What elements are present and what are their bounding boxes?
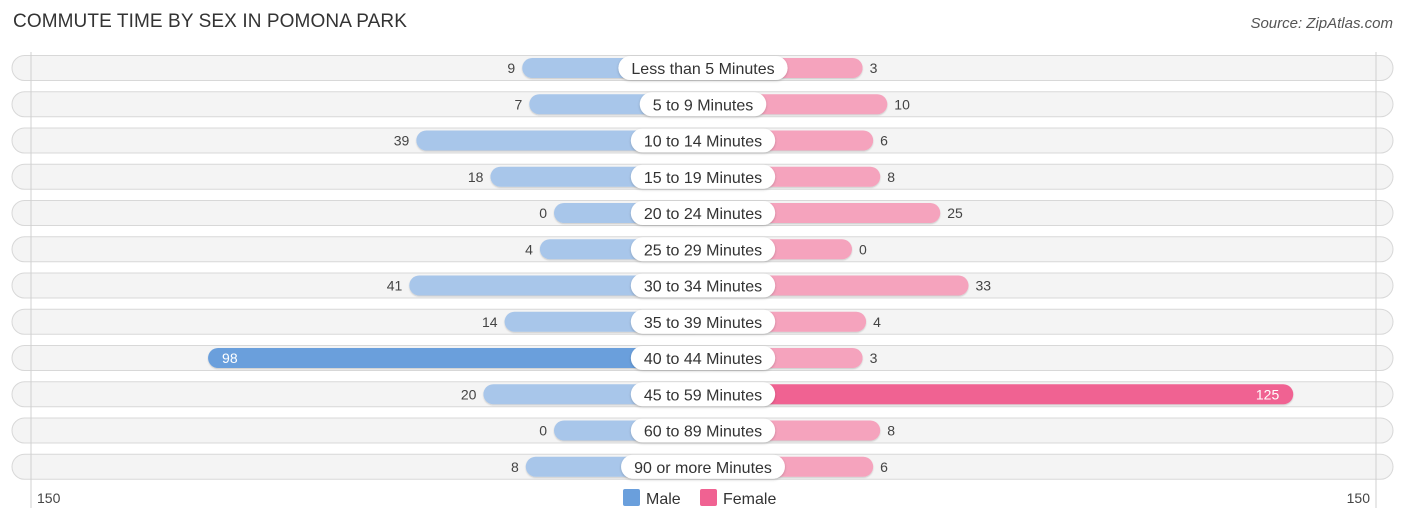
male-value-label: 18 bbox=[468, 169, 484, 185]
category-label: Less than 5 Minutes bbox=[631, 61, 774, 78]
male-bar bbox=[208, 348, 703, 368]
legend-female-label: Female bbox=[723, 491, 776, 508]
male-value-label: 9 bbox=[507, 60, 515, 76]
female-bar bbox=[703, 384, 1294, 405]
female-value-label: 33 bbox=[975, 278, 991, 294]
category-label: 15 to 19 Minutes bbox=[644, 170, 762, 187]
category-label: 5 to 9 Minutes bbox=[653, 97, 754, 114]
male-value-label: 41 bbox=[387, 278, 403, 294]
male-value-label: 14 bbox=[482, 314, 498, 330]
category-label: 35 to 39 Minutes bbox=[644, 315, 762, 332]
right-axis-tick: 150 bbox=[1347, 490, 1371, 506]
female-value-label: 0 bbox=[859, 241, 867, 257]
legend-female-swatch bbox=[700, 489, 717, 506]
male-value-label: 20 bbox=[461, 386, 477, 402]
legend-male-label: Male bbox=[646, 491, 681, 508]
male-value-label: 98 bbox=[222, 350, 238, 366]
male-value-label: 0 bbox=[539, 205, 547, 221]
rows-group bbox=[11, 55, 1394, 480]
female-value-label: 3 bbox=[870, 60, 878, 76]
chart-canvas: 9 3Less than 5 Minutes7 105 to 9 Minutes39… bbox=[11, 52, 1394, 508]
category-label: 40 to 44 Minutes bbox=[644, 351, 762, 368]
female-value-label: 8 bbox=[887, 169, 895, 185]
male-value-label: 7 bbox=[514, 96, 522, 112]
male-value-label: 8 bbox=[511, 459, 519, 475]
category-label: 25 to 29 Minutes bbox=[644, 242, 762, 259]
legend-male-swatch bbox=[623, 489, 640, 506]
female-value-label: 6 bbox=[880, 459, 888, 475]
female-value-label: 8 bbox=[887, 423, 895, 439]
male-value-label: 0 bbox=[539, 423, 547, 439]
bars-group: 9 3Less than 5 Minutes7 105 to 9 Minutes39… bbox=[208, 56, 1294, 479]
left-axis-tick: 150 bbox=[37, 490, 61, 506]
category-label: 20 to 24 Minutes bbox=[644, 206, 762, 223]
female-value-label: 25 bbox=[947, 205, 963, 221]
category-label: 60 to 89 Minutes bbox=[644, 424, 762, 441]
female-value-label: 4 bbox=[873, 314, 881, 330]
category-label: 10 to 14 Minutes bbox=[644, 134, 762, 151]
category-label: 45 to 59 Minutes bbox=[644, 387, 762, 404]
category-label: 90 or more Minutes bbox=[634, 460, 772, 477]
female-value-label: 125 bbox=[1256, 386, 1280, 402]
female-value-label: 10 bbox=[894, 96, 910, 112]
male-value-label: 39 bbox=[394, 133, 410, 149]
male-value-label: 4 bbox=[525, 241, 533, 257]
category-label: 30 to 34 Minutes bbox=[644, 279, 762, 296]
legend: Male Female bbox=[623, 489, 776, 508]
female-value-label: 3 bbox=[870, 350, 878, 366]
female-value-label: 6 bbox=[880, 133, 888, 149]
